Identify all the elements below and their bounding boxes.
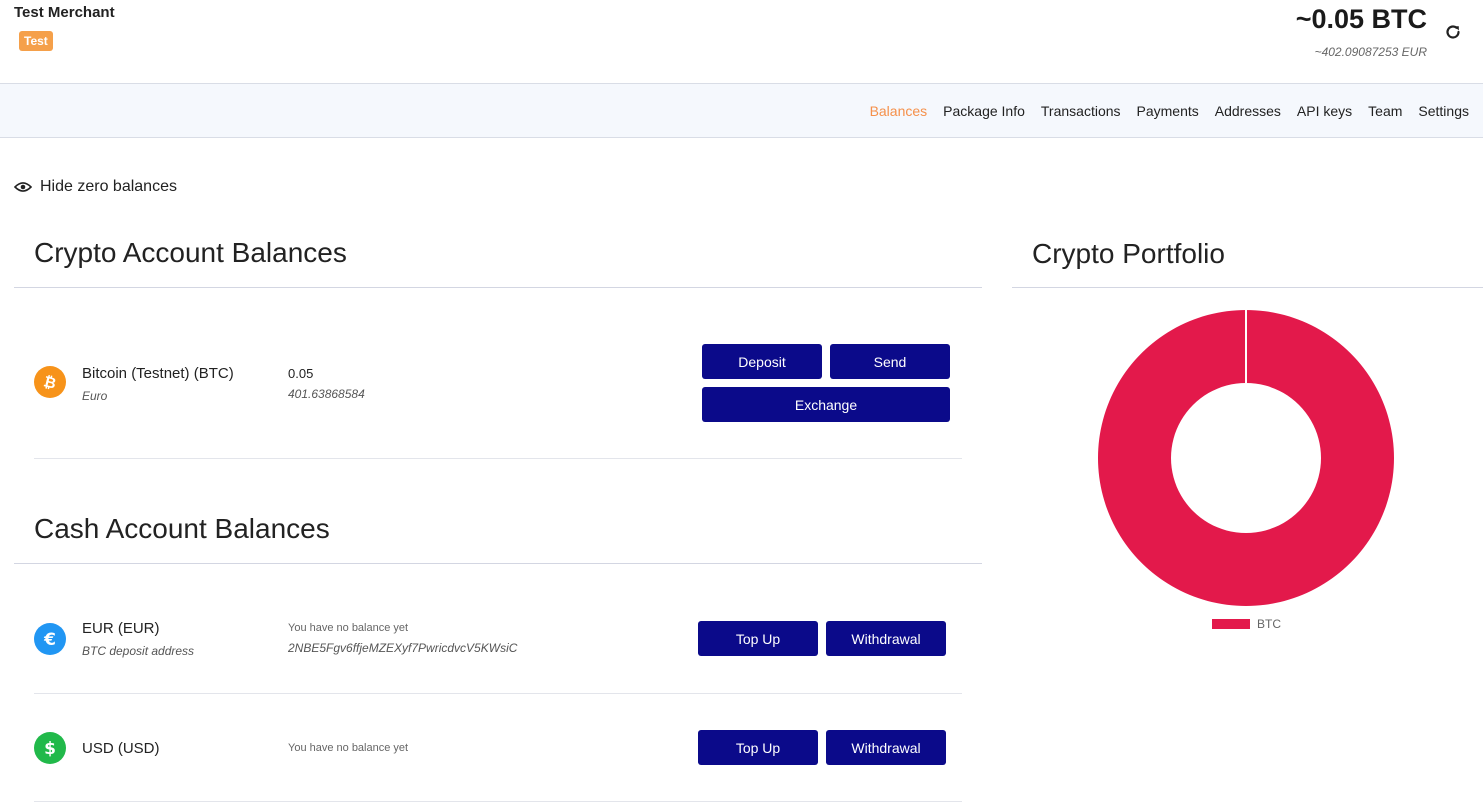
btc-fiat-value: 401.63868584: [288, 387, 365, 401]
nav-item-api-keys[interactable]: API keys: [1289, 102, 1360, 120]
test-mode-badge: Test: [19, 31, 53, 51]
hide-zero-balances-label: Hide zero balances: [40, 178, 177, 195]
nav-item-addresses[interactable]: Addresses: [1207, 102, 1289, 120]
usd-topup-button[interactable]: Top Up: [698, 730, 818, 765]
nav-item-balances[interactable]: Balances: [862, 102, 936, 120]
euro-icon: €: [34, 623, 66, 655]
cash-balances-title: Cash Account Balances: [34, 513, 330, 544]
main-nav: Balances Package Info Transactions Payments…: [0, 84, 1483, 138]
crypto-portfolio-chart: BTC: [1097, 310, 1394, 631]
nav-item-team[interactable]: Team: [1360, 102, 1410, 120]
dollar-icon: $: [34, 732, 66, 764]
nav-item-settings[interactable]: Settings: [1410, 102, 1477, 120]
btc-balance-value: 0.05: [288, 366, 314, 381]
row-divider: [34, 801, 962, 802]
eur-account-name: EUR (EUR): [82, 620, 160, 637]
nav-items: Balances Package Info Transactions Payments…: [862, 102, 1477, 120]
svg-text:$: $: [44, 739, 56, 758]
nav-item-transactions[interactable]: Transactions: [1033, 102, 1129, 120]
usd-no-balance-text: You have no balance yet: [288, 742, 409, 754]
btc-deposit-button[interactable]: Deposit: [702, 344, 822, 379]
app-header: Test Merchant Test ~0.05 BTC ~402.090872…: [0, 0, 1483, 84]
btc-account-name: Bitcoin (Testnet) (BTC): [82, 365, 234, 382]
eye-icon: [14, 182, 32, 192]
eur-topup-button[interactable]: Top Up: [698, 621, 818, 656]
crypto-portfolio-title: Crypto Portfolio: [1032, 238, 1225, 269]
eur-deposit-address-label: BTC deposit address: [82, 644, 195, 658]
row-divider: [34, 693, 962, 694]
btc-exchange-button[interactable]: Exchange: [702, 387, 950, 422]
btc-send-button[interactable]: Send: [830, 344, 950, 379]
nav-item-payments[interactable]: Payments: [1129, 102, 1207, 120]
refresh-icon[interactable]: [1443, 22, 1463, 42]
bitcoin-icon: ₿: [34, 366, 66, 398]
legend-label-btc: BTC: [1257, 617, 1281, 631]
merchant-name: Test Merchant: [14, 4, 115, 21]
hide-zero-balances-toggle[interactable]: Hide zero balances: [14, 178, 177, 196]
btc-account-fiat-label: Euro: [82, 389, 108, 403]
total-btc-balance: ~0.05 BTC: [1295, 4, 1427, 34]
cash-title-divider: [14, 563, 982, 564]
svg-text:₿: ₿: [42, 372, 58, 392]
crypto-balances-title: Crypto Account Balances: [34, 237, 347, 268]
eur-no-balance-text: You have no balance yet: [288, 622, 409, 634]
portfolio-title-divider: [1012, 287, 1483, 288]
nav-item-package-info[interactable]: Package Info: [935, 102, 1033, 120]
usd-account-name: USD (USD): [82, 740, 160, 757]
legend-swatch-btc: [1212, 619, 1250, 629]
svg-text:€: €: [43, 630, 56, 649]
row-divider: [34, 458, 962, 459]
eur-deposit-address: 2NBE5Fgv6ffjeMZEXyf7PwricdvcV5KWsiC: [288, 641, 518, 655]
eur-withdrawal-button[interactable]: Withdrawal: [826, 621, 946, 656]
crypto-title-divider: [14, 287, 982, 288]
usd-withdrawal-button[interactable]: Withdrawal: [826, 730, 946, 765]
total-eur-balance: ~402.09087253 EUR: [1314, 45, 1427, 59]
